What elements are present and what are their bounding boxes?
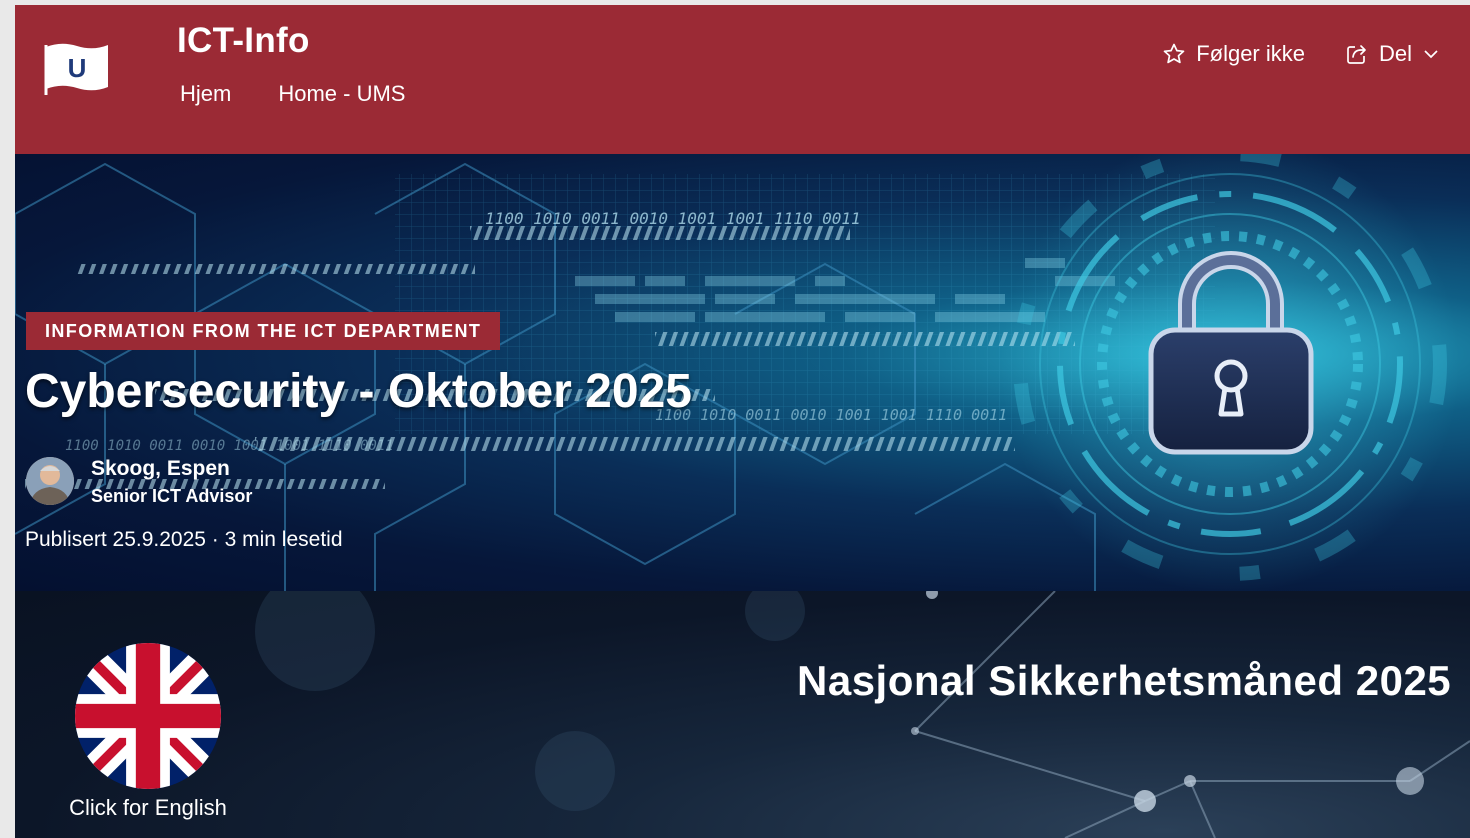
page-frame: U ICT-Info Hjem Home - UMS Følger ikke D… <box>15 5 1470 838</box>
english-link[interactable]: Click for English <box>67 643 229 821</box>
english-link-label[interactable]: Click for English <box>67 795 229 821</box>
author-avatar[interactable] <box>26 457 74 505</box>
article-category-badge[interactable]: INFORMATION FROM THE ICT DEPARTMENT <box>26 312 501 350</box>
share-button[interactable]: Del <box>1345 41 1440 67</box>
author-role: Senior ICT Advisor <box>91 486 253 506</box>
chevron-down-icon <box>1424 50 1438 59</box>
star-icon <box>1163 43 1185 64</box>
network-background <box>255 591 1470 838</box>
share-icon <box>1347 45 1366 64</box>
article-hero: 1100 1010 0011 0010 1001 1001 1110 0011 … <box>15 154 1470 591</box>
share-label: Del <box>1378 41 1412 66</box>
binary-text-2: 1100 1010 0011 0010 1001 1001 1110 0011 <box>655 406 1007 424</box>
banner-title: Nasjonal Sikkerhetsmåned 2025 <box>797 657 1452 704</box>
binary-text-3: 1100 1010 0011 0010 1001 1001 1110 0011 <box>65 438 394 454</box>
follow-button[interactable]: Følger ikke <box>1162 41 1305 67</box>
logo-letter: U <box>68 53 87 83</box>
site-header: U ICT-Info Hjem Home - UMS Følger ikke D… <box>15 5 1470 154</box>
site-logo[interactable]: U <box>43 41 111 95</box>
article-title: Cybersecurity - Oktober 2025 <box>25 365 692 418</box>
header-actions: Følger ikke Del <box>1162 41 1440 67</box>
binary-text-1: 1100 1010 0011 0010 1001 1001 1110 0011 <box>485 209 861 228</box>
site-nav: Hjem Home - UMS <box>180 81 405 107</box>
nav-link-hjem[interactable]: Hjem <box>180 81 231 107</box>
published-info: Publisert 25.9.2025 · 3 min lesetid <box>25 528 343 551</box>
uk-flag-icon[interactable] <box>75 643 221 789</box>
nav-link-home-ums[interactable]: Home - UMS <box>278 81 405 107</box>
author-block[interactable]: Skoog, Espen Senior ICT Advisor <box>26 457 252 507</box>
security-month-banner: Click for English Nasjonal Sikkerhetsmån… <box>15 591 1470 838</box>
follow-label: Følger ikke <box>1196 41 1305 66</box>
site-title[interactable]: ICT-Info <box>177 21 310 61</box>
author-name[interactable]: Skoog, Espen <box>91 457 252 481</box>
